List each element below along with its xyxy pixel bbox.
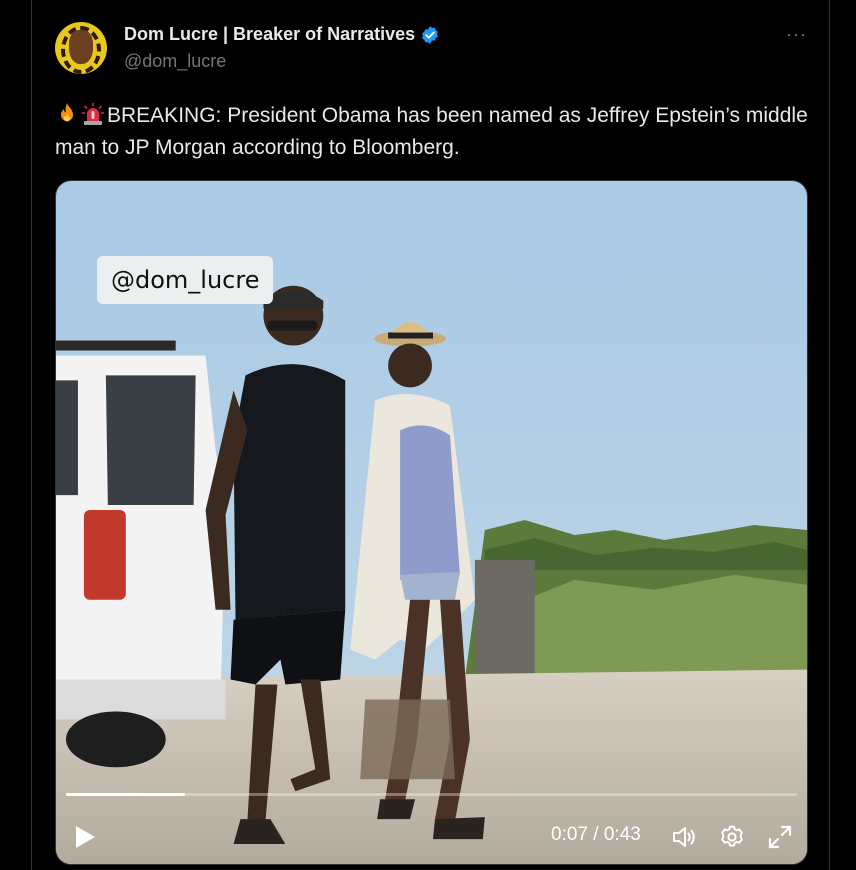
author-name[interactable]: Dom Lucre | Breaker of Narratives (124, 24, 415, 45)
settings-gear-icon[interactable] (718, 823, 746, 851)
tweet-body: BREAKING: President Obama has been named… (55, 104, 808, 159)
volume-icon[interactable] (670, 823, 698, 851)
author-row: Dom Lucre | Breaker of Narratives (124, 24, 440, 45)
video-progress-fill (66, 793, 186, 796)
tweet-text: BREAKING: President Obama has been named… (55, 100, 815, 164)
video-time: 0:07 / 0:43 (551, 824, 641, 845)
verified-badge-icon (422, 25, 439, 44)
fullscreen-icon[interactable] (766, 823, 794, 851)
video-watermark: @dom_lucre (97, 256, 274, 304)
play-icon[interactable] (74, 825, 96, 849)
video-player[interactable]: @dom_lucre 0:07 / 0:43 (55, 180, 808, 865)
fire-emoji (61, 103, 73, 122)
author-handle[interactable]: @dom_lucre (124, 51, 226, 72)
avatar-face (69, 30, 93, 64)
tweet-card[interactable]: Dom Lucre | Breaker of Narratives @dom_l… (31, 0, 830, 870)
siren-emoji (81, 102, 105, 125)
more-options-icon[interactable]: ··· (786, 24, 807, 45)
video-controls: 0:07 / 0:43 (56, 811, 807, 861)
avatar[interactable] (55, 22, 107, 74)
video-progress-bar[interactable] (66, 793, 797, 796)
